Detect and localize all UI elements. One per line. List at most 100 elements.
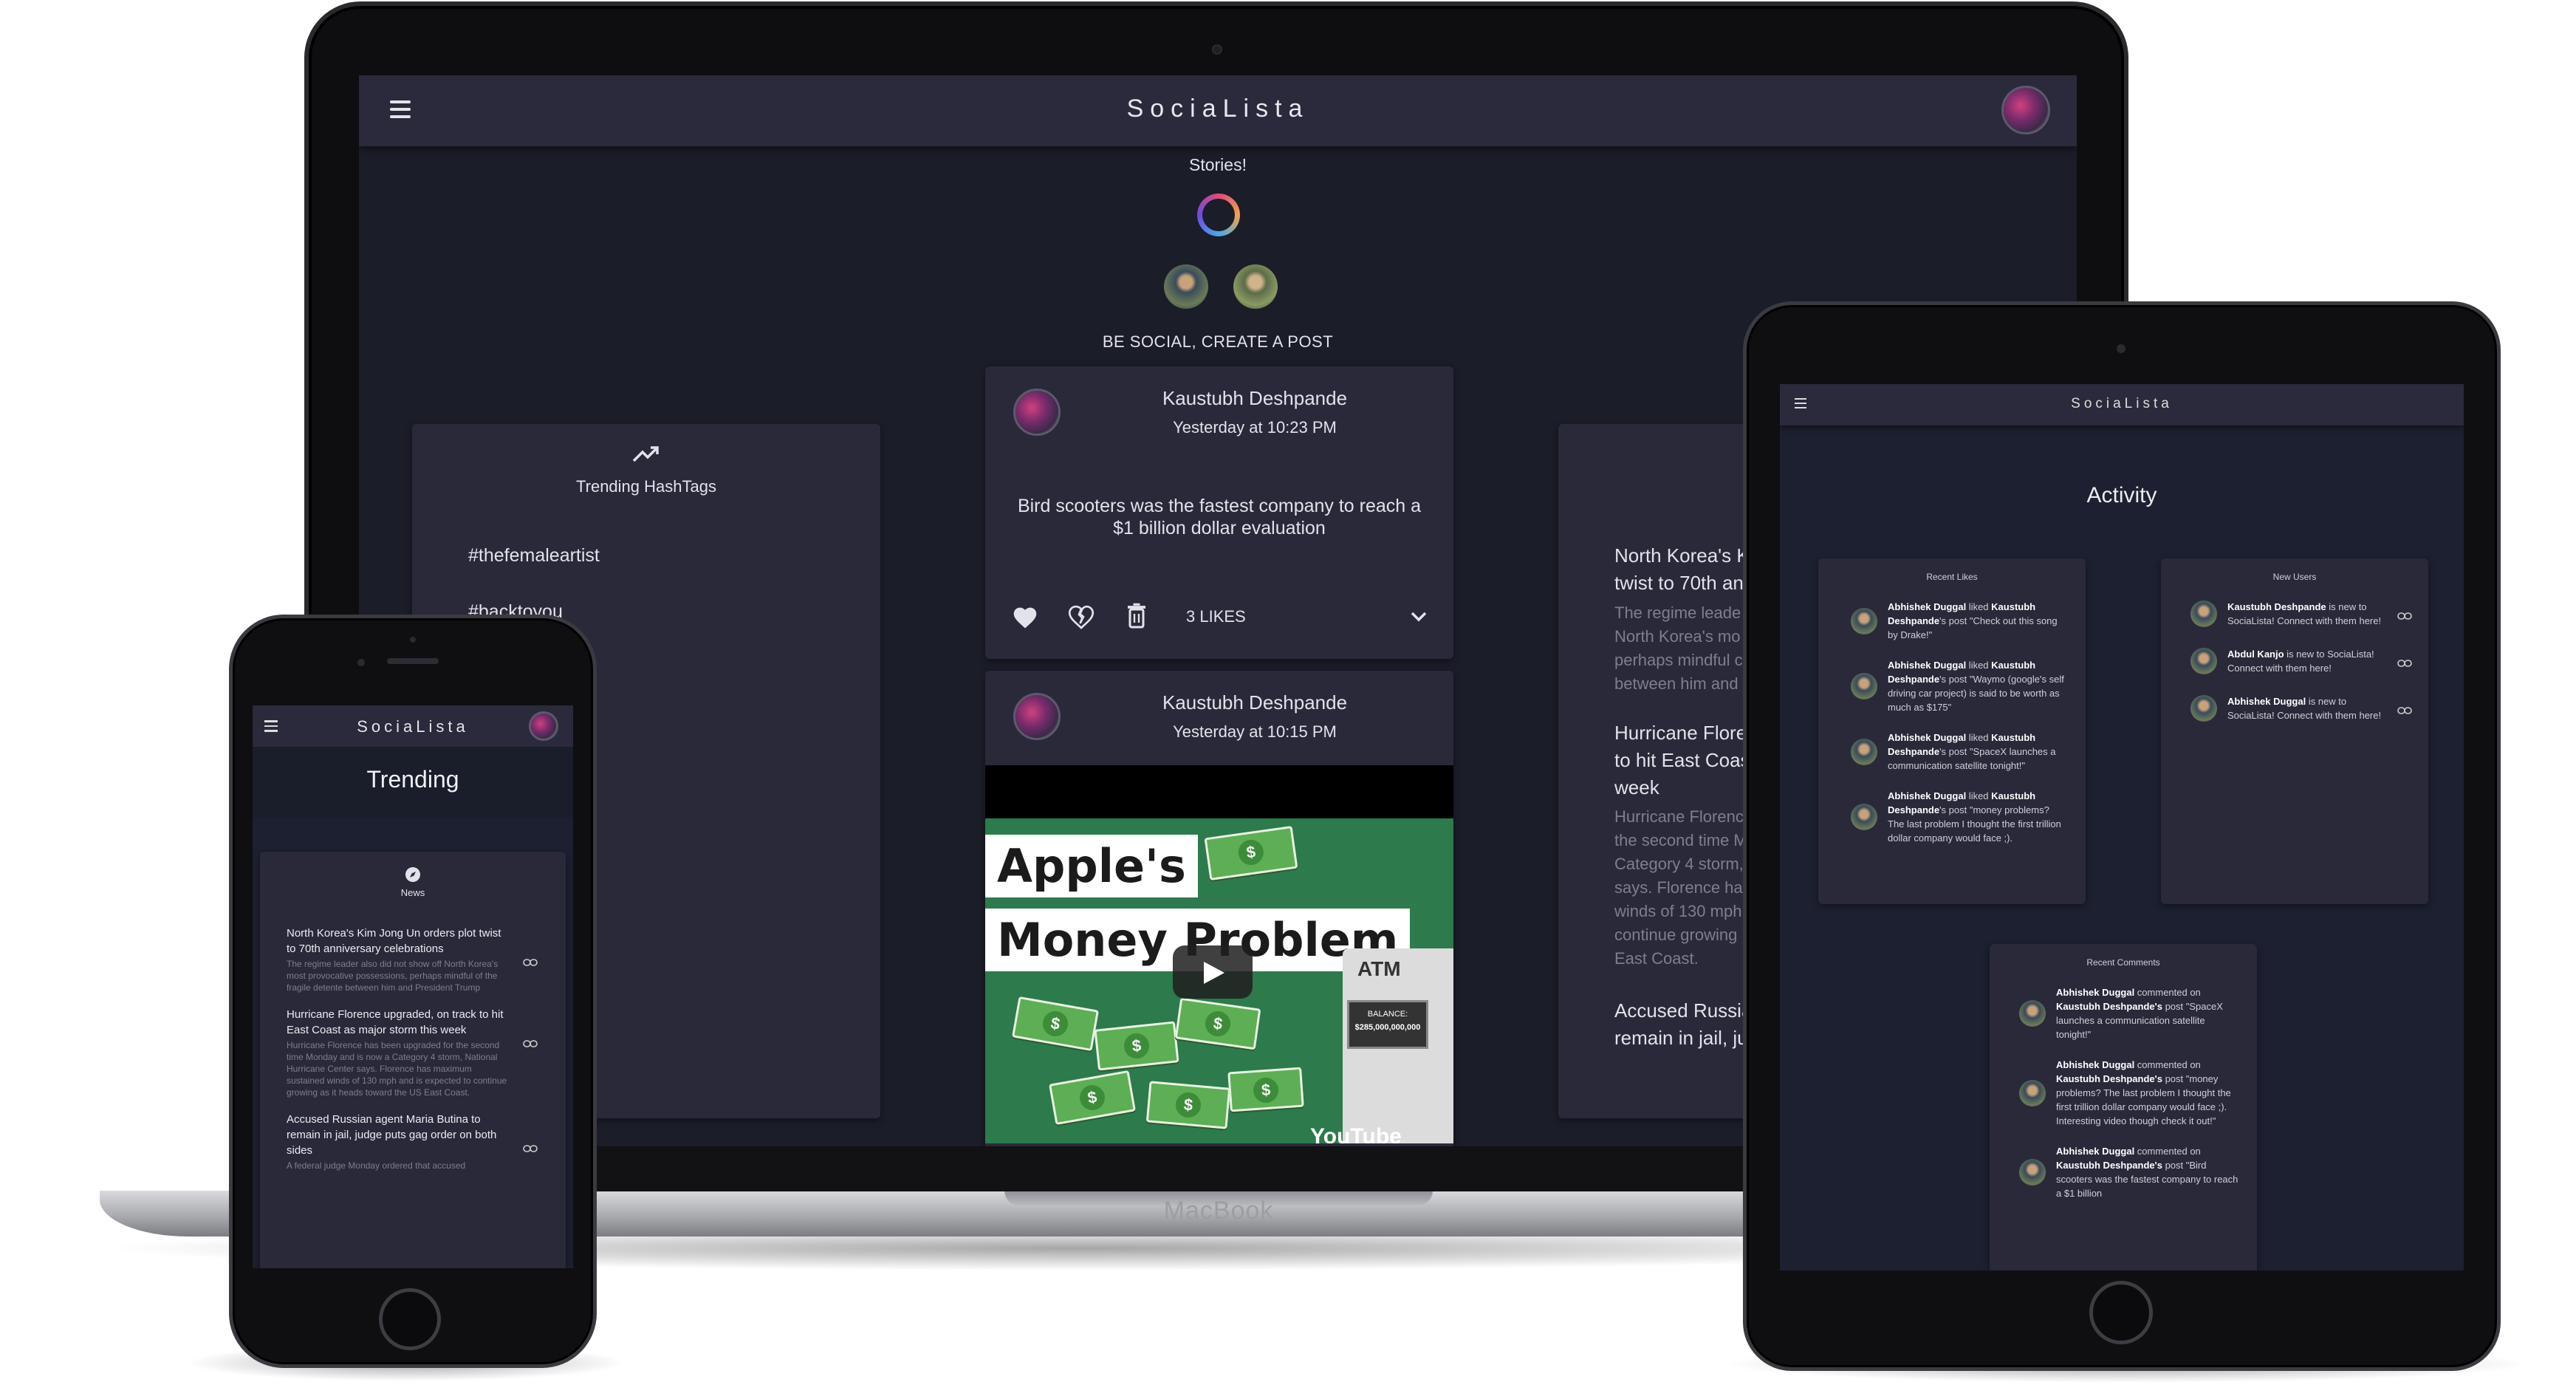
news-excerpt: The regime leade North Korea's mo perhap… [1614,603,1743,693]
create-post-button[interactable]: BE SOCIAL, CREATE A POST [1033,332,1402,352]
new-user-item[interactable]: Kaustubh Deshpande is new to SociaLista!… [2190,600,2412,628]
activity-item[interactable]: Abhishek Duggal liked Kaustubh Deshpande… [1851,600,2065,642]
tablet-camera [2117,344,2125,353]
recent-likes-title: Recent Likes [1926,572,1978,582]
news-title[interactable]: Accused Russia remain in jail, ju [1614,997,1762,1052]
comment-item[interactable]: Abhishek Duggal commented on Kaustubh De… [2019,1058,2241,1128]
activity-verb: liked [1966,732,1992,743]
story-ring[interactable] [1197,194,1240,236]
delete-icon[interactable] [1126,603,1148,629]
hamburger-menu-icon[interactable] [1795,398,1806,408]
youtube-logo[interactable]: YouTube [1310,1124,1402,1143]
news-article[interactable]: Hurricane Florence upgraded, on track to… [287,1007,538,1098]
hamburger-menu-icon[interactable] [264,720,278,732]
post-author-avatar[interactable] [1013,693,1061,740]
comment-user[interactable]: Abhishek Duggal [2056,1146,2134,1157]
activity-text: Abhishek Duggal liked Kaustubh Deshpande… [1888,789,2065,845]
play-icon [1204,962,1224,984]
video-letterbox [985,765,1453,818]
comment-item[interactable]: Abhishek Duggal commented on Kaustubh De… [2019,1144,2241,1200]
money-stack-icon: $ [1094,1021,1179,1071]
new-user-avatar[interactable] [2190,695,2217,722]
activity-avatar[interactable] [1851,607,1877,634]
likes-count[interactable]: 3 LIKES [1186,607,1246,626]
post-author-name[interactable]: Kaustubh Deshpande [1074,387,1436,410]
new-users-card: New Users Kaustubh Deshpande is new to S… [2161,558,2428,904]
recent-likes-card: Recent Likes Abhishek Duggal liked Kaust… [1818,558,2086,904]
story-avatar-2[interactable] [1233,264,1278,309]
comment-user[interactable]: Abhishek Duggal [2056,1059,2134,1070]
comment-avatar[interactable] [2019,1159,2046,1186]
tablet-screen: SociaLista Activity Recent Likes Abhishe… [1780,384,2464,1270]
page-title: Activity [2086,483,2157,507]
comment-target[interactable]: Kaustubh Deshpande's [2056,1073,2162,1084]
chevron-down-icon[interactable] [1409,610,1428,623]
tablet-home-button[interactable] [2089,1281,2153,1344]
link-icon[interactable] [2397,705,2412,714]
new-user-avatar[interactable] [2190,648,2217,674]
comment-target[interactable]: Kaustubh Deshpande's [2056,1160,2162,1171]
hamburger-menu-icon[interactable] [390,100,411,123]
money-stack-icon: $ [1227,1067,1304,1112]
new-user-item[interactable]: Abhishek Duggal is new to SociaLista! Co… [2190,694,2412,722]
broken-heart-icon[interactable] [1068,604,1095,629]
news-title[interactable]: North Korea's K twist to 70th an [1614,542,1762,597]
play-button[interactable] [1173,945,1253,999]
new-user-item[interactable]: Abdul Kanjo is new to SociaLista! Connec… [2190,647,2412,675]
link-icon[interactable] [523,957,538,966]
activity-text: Abhishek Duggal liked Kaustubh Deshpande… [1888,600,2065,642]
app-title: SociaLista [2071,396,2173,411]
new-user-text: Abhishek Duggal is new to SociaLista! Co… [2227,694,2387,722]
activity-avatar[interactable] [1851,738,1877,765]
activity-item[interactable]: Abhishek Duggal liked Kaustubh Deshpande… [1851,789,2065,845]
money-stack-icon: $ [1204,825,1298,881]
phone-home-button[interactable] [379,1288,441,1350]
recent-comments-title: Recent Comments [2086,957,2160,968]
money-stack-icon: $ [1011,996,1100,1052]
activity-avatar[interactable] [1851,673,1877,700]
money-stack-icon: $ [1145,1081,1231,1129]
comment-avatar[interactable] [2019,1000,2046,1027]
news-article[interactable]: Accused Russian agent Maria Butina to re… [287,1112,538,1171]
recent-likes-list: Abhishek Duggal liked Kaustubh Deshpande… [1851,600,2065,861]
new-user-name[interactable]: Abhishek Duggal [2227,696,2306,707]
news-title[interactable]: Hurricane Flore to hit East Coas week [1614,719,1762,801]
new-user-name[interactable]: Kaustubh Deshpande [2227,601,2326,612]
laptop-camera [1212,44,1222,55]
heart-icon[interactable] [1012,606,1038,629]
comment-avatar[interactable] [2019,1079,2046,1106]
news-article-excerpt: The regime leader also did not show off … [287,959,499,993]
hashtag-item[interactable]: #thefemaleartist [468,545,600,567]
user-avatar[interactable] [529,711,558,741]
activity-user[interactable]: Abhishek Duggal [1888,660,1966,671]
app-header: SociaLista [359,75,2077,146]
new-user-name[interactable]: Abdul Kanjo [2227,649,2284,660]
activity-user[interactable]: Abhishek Duggal [1888,601,1966,612]
new-user-text: Abdul Kanjo is new to SociaLista! Connec… [2227,647,2387,675]
comment-target[interactable]: Kaustubh Deshpande's [2056,1001,2162,1012]
video-player[interactable]: Apple's Money Problem $ $ $ $ $ $ $ ATM … [985,818,1453,1143]
comment-item[interactable]: Abhishek Duggal commented on Kaustubh De… [2019,985,2241,1041]
activity-avatar[interactable] [1851,804,1877,830]
post-author-avatar[interactable] [1013,389,1061,436]
activity-user[interactable]: Abhishek Duggal [1888,790,1966,801]
comment-user[interactable]: Abhishek Duggal [2056,987,2134,998]
activity-user[interactable]: Abhishek Duggal [1888,732,1966,743]
activity-item[interactable]: Abhishek Duggal liked Kaustubh Deshpande… [1851,658,2065,714]
app-title: SociaLista [1126,95,1309,123]
new-user-text: Kaustubh Deshpande is new to SociaLista!… [2227,600,2387,628]
link-icon[interactable] [523,1038,538,1047]
story-avatar-1[interactable] [1164,264,1208,309]
link-icon[interactable] [2397,657,2412,667]
news-article-title: North Korea's Kim Jong Un orders plot tw… [287,927,501,955]
activity-item[interactable]: Abhishek Duggal liked Kaustubh Deshpande… [1851,731,2065,773]
page-title: Trending [366,766,459,793]
link-icon[interactable] [2397,610,2412,620]
link-icon[interactable] [523,1143,538,1152]
news-article[interactable]: North Korea's Kim Jong Un orders plot tw… [287,926,538,993]
atm-balance-label: BALANCE: [1367,1010,1408,1019]
user-avatar[interactable] [2001,86,2050,134]
post-author-name[interactable]: Kaustubh Deshpande [1074,691,1436,714]
new-user-avatar[interactable] [2190,601,2217,627]
comment-text: Abhishek Duggal commented on Kaustubh De… [2056,1144,2241,1200]
